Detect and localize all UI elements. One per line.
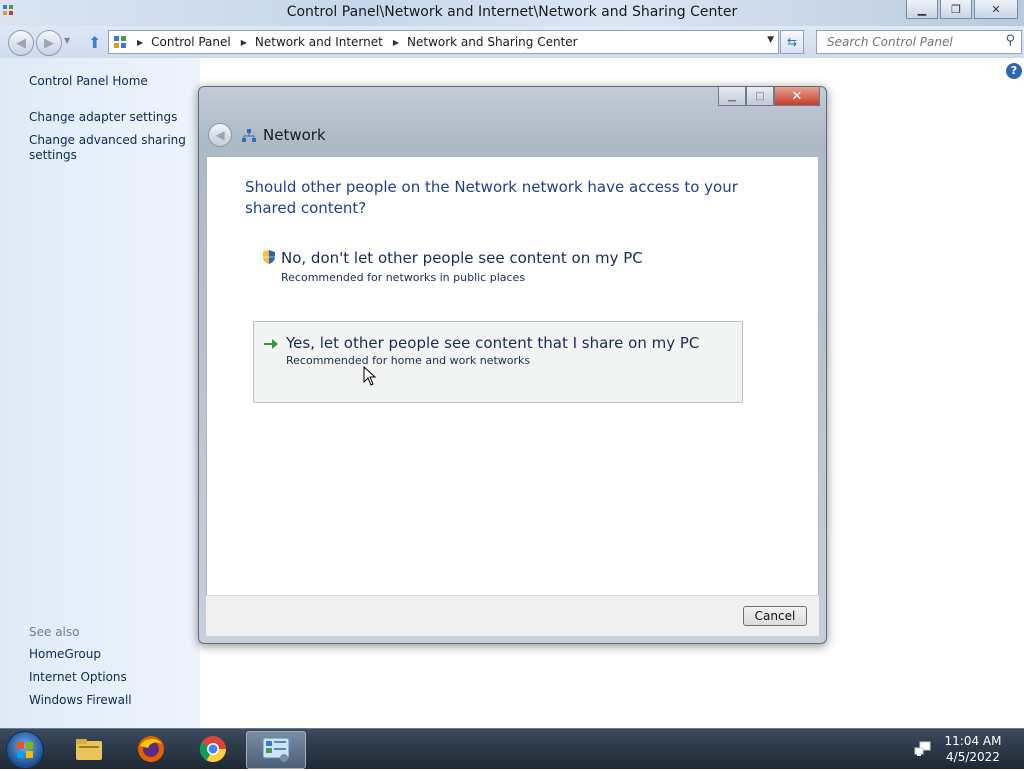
change-adapter-settings-link[interactable]: Change adapter settings [29, 110, 189, 125]
close-button[interactable]: ✕ [974, 0, 1018, 19]
option-yes-sharing[interactable]: Yes, let other people see content that I… [253, 321, 743, 403]
dialog-close-button[interactable]: ✕ [774, 87, 820, 106]
mouse-cursor-icon [363, 366, 377, 386]
start-button[interactable] [6, 731, 44, 769]
clock-time: 11:04 AM [944, 734, 1002, 748]
chevron-right-icon: ▶ [137, 37, 144, 47]
taskbar-control-panel[interactable] [246, 731, 306, 769]
maximize-icon: □ [755, 90, 765, 102]
taskbar: 11:04 AM 4/5/2022 [0, 728, 1024, 769]
restore-icon: ❐ [951, 2, 961, 16]
option-yes-subtitle: Recommended for home and work networks [286, 354, 531, 367]
chrome-icon [199, 736, 227, 763]
change-advanced-sharing-link[interactable]: Change advanced sharing settings [29, 133, 189, 163]
option-yes-title: Yes, let other people see content that I… [286, 334, 700, 352]
back-arrow-icon: ◀ [215, 128, 225, 142]
shield-icon [263, 250, 275, 264]
breadcrumb-item[interactable]: ▶ Network and Internet [231, 35, 383, 49]
minimize-button[interactable]: ▁ [906, 0, 938, 19]
windows-firewall-link[interactable]: Windows Firewall [29, 693, 189, 708]
homegroup-link[interactable]: HomeGroup [29, 647, 189, 662]
close-icon: ✕ [791, 88, 803, 104]
system-clock[interactable]: 11:04 AM 4/5/2022 [940, 733, 1006, 765]
option-no-title: No, don't let other people see content o… [281, 249, 643, 267]
chevron-right-icon: ▶ [240, 37, 247, 47]
close-icon: ✕ [991, 2, 1001, 16]
network-icon [242, 129, 256, 142]
breadcrumb-item[interactable]: ▶ Network and Sharing Center [383, 35, 578, 49]
sharing-question: Should other people on the Network netwo… [245, 178, 738, 217]
refresh-button[interactable]: ⇆ [780, 30, 804, 54]
recent-pages-dropdown[interactable]: ▼ [64, 36, 70, 45]
control-panel-icon [114, 36, 126, 48]
restore-button[interactable]: ❐ [940, 0, 972, 19]
search-input[interactable] [825, 34, 999, 50]
minimize-icon: ▁ [917, 2, 927, 16]
green-arrow-icon [264, 339, 278, 349]
window-title: Control Panel\Network and Internet\Netwo… [286, 4, 738, 20]
help-icon[interactable]: ? [1006, 63, 1022, 79]
address-bar[interactable]: ▶ Control Panel ▶ Network and Internet ▶ Ne… [108, 30, 779, 54]
option-no-subtitle: Recommended for networks in public place… [281, 271, 526, 284]
search-box[interactable]: ⚲ [816, 30, 1022, 54]
dialog-maximize-button[interactable]: □ [746, 87, 774, 106]
dialog-back-button[interactable]: ◀ [208, 123, 232, 147]
control-panel-home-link[interactable]: Control Panel Home [29, 74, 189, 89]
taskbar-chrome[interactable] [184, 731, 242, 767]
window-titlebar: Control Panel\Network and Internet\Netwo… [0, 0, 1024, 26]
left-nav-pane: Control Panel Home Change adapter settin… [0, 58, 200, 728]
navigation-bar: ◀ ▶ ▼ ⬆ ▶ Control Panel ▶ Network and Inte… [0, 26, 1024, 58]
taskbar-firefox[interactable] [122, 731, 180, 767]
cancel-button[interactable]: Cancel [743, 606, 807, 626]
chevron-right-icon: ▶ [392, 37, 400, 47]
windows-logo-icon [17, 742, 33, 758]
clock-date: 4/5/2022 [946, 750, 1000, 764]
address-dropdown-icon[interactable]: ▼ [767, 35, 774, 45]
breadcrumb-item[interactable]: ▶ Control Panel [127, 35, 231, 49]
dialog-footer: Cancel [206, 595, 819, 636]
back-arrow-icon: ◀ [16, 35, 26, 51]
taskbar-file-explorer[interactable] [60, 731, 118, 767]
network-tray-icon[interactable] [914, 741, 932, 757]
forward-button[interactable]: ▶ [36, 30, 62, 56]
back-button[interactable]: ◀ [8, 30, 34, 56]
control-panel-icon [262, 737, 290, 762]
file-explorer-icon [76, 739, 102, 760]
refresh-icon: ⇆ [786, 35, 798, 49]
dialog-title: Network [263, 126, 326, 144]
dialog-minimize-button[interactable]: ▁ [718, 87, 746, 106]
search-icon[interactable]: ⚲ [1005, 33, 1015, 48]
firefox-icon [138, 736, 164, 762]
forward-arrow-icon: ▶ [44, 35, 54, 51]
see-also-heading: See also [29, 625, 80, 639]
up-arrow-icon[interactable]: ⬆ [88, 33, 101, 52]
network-dialog: ▁ □ ✕ ◀ Network Should other people on t… [198, 86, 827, 644]
dialog-body: Should other people on the Network netwo… [206, 156, 819, 596]
option-no-sharing[interactable]: No, don't let other people see content o… [253, 239, 741, 319]
minimize-icon: ▁ [728, 90, 736, 102]
internet-options-link[interactable]: Internet Options [29, 670, 189, 685]
